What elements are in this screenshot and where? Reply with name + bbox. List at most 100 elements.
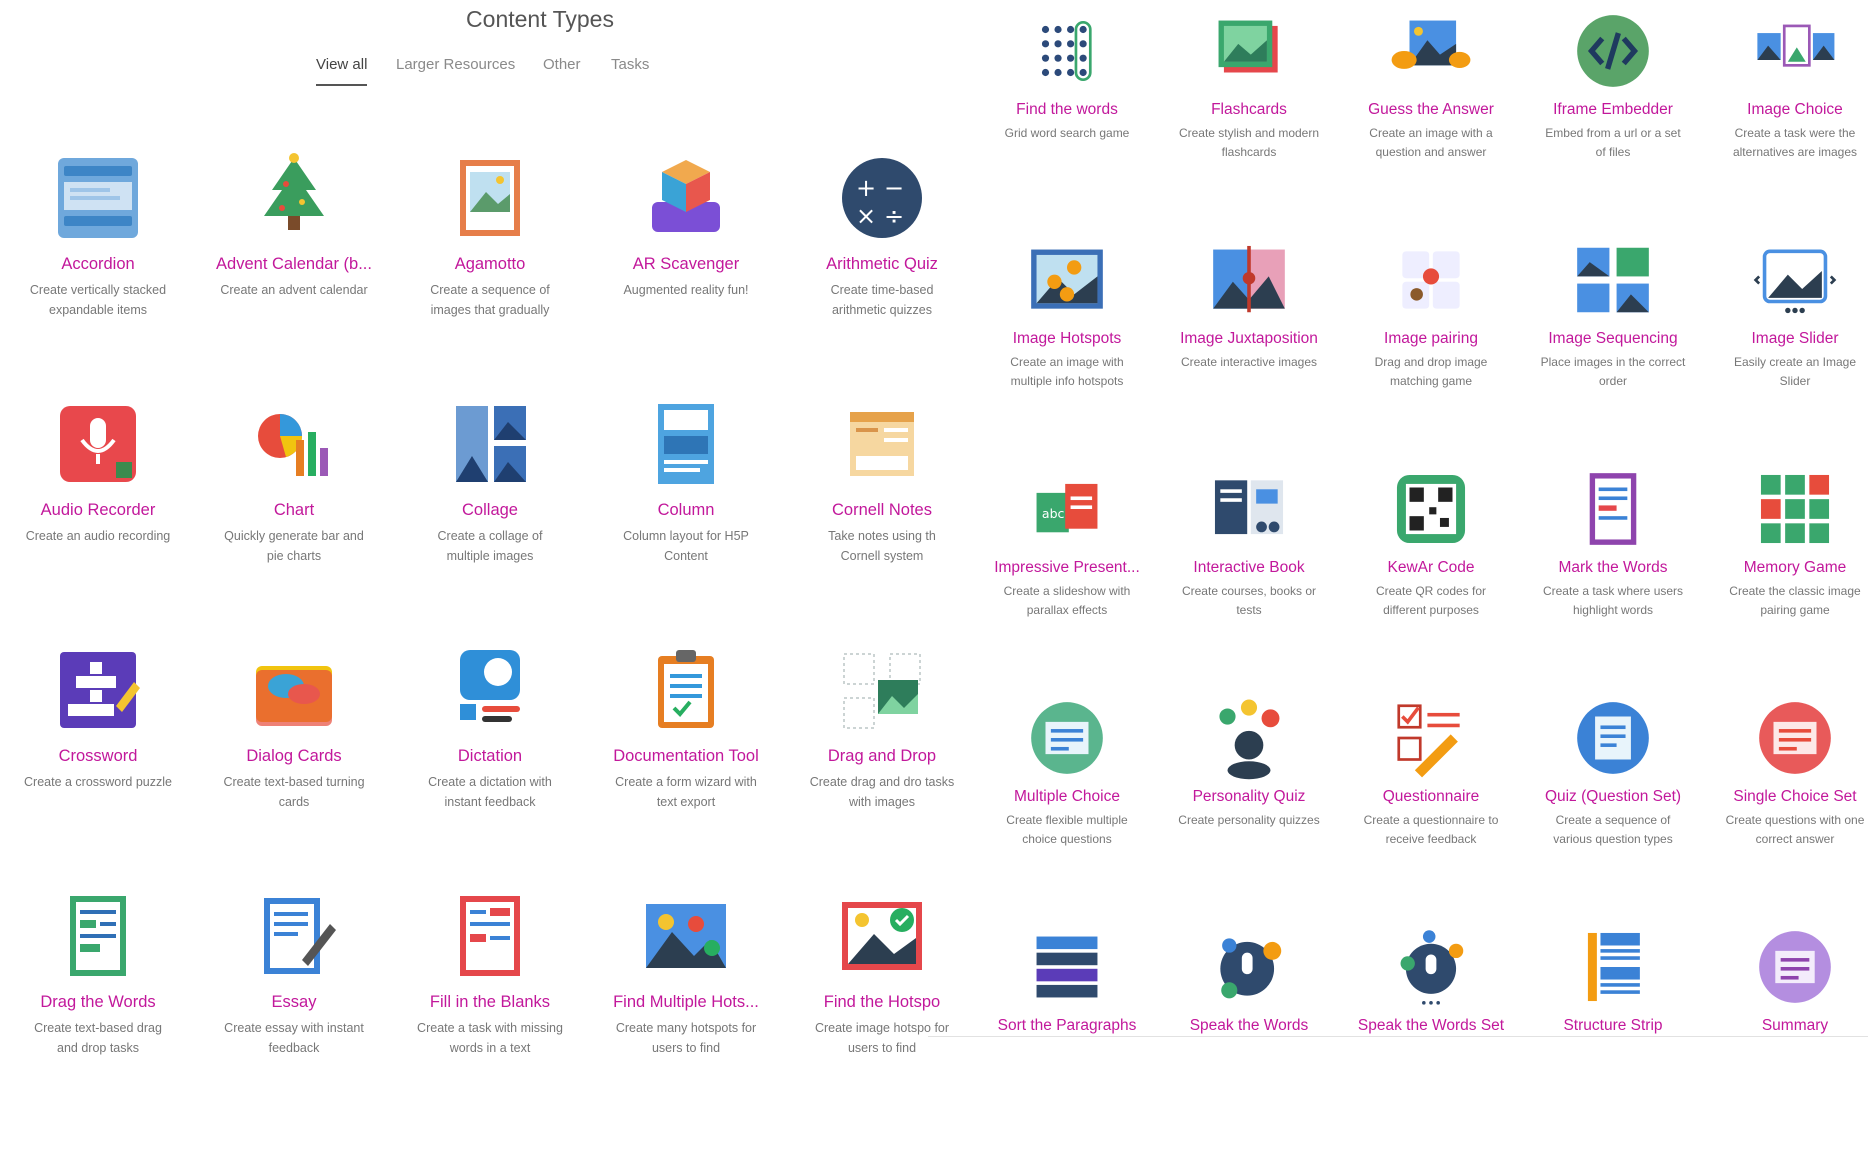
content-type-card-multiple-choice[interactable]: Multiple Choice Create flexible multiple … <box>976 695 1158 924</box>
card-title[interactable]: Impressive Present... <box>976 559 1158 577</box>
card-title[interactable]: Structure Strip <box>1522 1017 1704 1035</box>
single-choice-icon <box>1752 695 1838 781</box>
card-title[interactable]: Documentation Tool <box>588 747 784 766</box>
content-type-card-structure-strip[interactable]: Structure Strip <box>1522 924 1704 1153</box>
card-title[interactable]: Sort the Paragraphs <box>976 1017 1158 1035</box>
tab-larger-resources[interactable]: Larger Resources <box>396 56 515 73</box>
content-type-card-find-multiple-hots[interactable]: Find Multiple Hots... Create many hotspot… <box>588 874 784 1120</box>
content-type-card-image-slider[interactable]: Image Slider Easily create an Image Slide… <box>1704 237 1868 466</box>
card-title[interactable]: Drag the Words <box>0 993 196 1012</box>
content-type-card-drag-the-words[interactable]: Drag the Words Create text-based drag and… <box>0 874 196 1120</box>
card-title[interactable]: Image Juxtaposition <box>1158 330 1340 348</box>
card-title[interactable]: Find Multiple Hots... <box>588 993 784 1012</box>
content-type-card-personality-quiz[interactable]: Personality Quiz Create personality quizz… <box>1158 695 1340 924</box>
content-type-card-agamotto[interactable]: Agamotto Create a sequence of images that… <box>392 136 588 382</box>
content-type-card-column[interactable]: Column Column layout for H5P Content <box>588 382 784 628</box>
content-type-card-memory-game[interactable]: Memory Game Create the classic image pair… <box>1704 466 1868 695</box>
tab-view-all[interactable]: View all <box>316 56 368 86</box>
card-title[interactable]: Cornell Notes <box>784 501 980 520</box>
card-title[interactable]: Column <box>588 501 784 520</box>
content-type-card-audio-recorder[interactable]: Audio Recorder Create an audio recording <box>0 382 196 628</box>
content-type-grid-right: Find the words Grid word search game Flash… <box>976 8 1868 1153</box>
content-type-card-guess-the-answer[interactable]: Guess the Answer Create an image with a q… <box>1340 8 1522 237</box>
content-type-card-speak-the-words[interactable]: Speak the Words <box>1158 924 1340 1153</box>
content-type-card-essay[interactable]: Essay Create essay with instant feedback <box>196 874 392 1120</box>
card-title[interactable]: Image pairing <box>1340 330 1522 348</box>
card-title[interactable]: AR Scavenger <box>588 255 784 274</box>
card-title[interactable]: Image Sequencing <box>1522 330 1704 348</box>
content-type-card-image-pairing[interactable]: Image pairing Drag and drop image matchin… <box>1340 237 1522 466</box>
content-type-card-mark-the-words[interactable]: Mark the Words Create a task where users … <box>1522 466 1704 695</box>
content-type-card-dialog-cards[interactable]: Dialog Cards Create text-based turning ca… <box>196 628 392 874</box>
card-title[interactable]: Fill in the Blanks <box>392 993 588 1012</box>
content-type-card-kewar-code[interactable]: KewAr Code Create QR codes for different … <box>1340 466 1522 695</box>
card-title[interactable]: Personality Quiz <box>1158 788 1340 806</box>
card-title[interactable]: Memory Game <box>1704 559 1868 577</box>
card-description: Create a sequence of images that gradual… <box>430 283 550 317</box>
content-type-card-image-sequencing[interactable]: Image Sequencing Place images in the corr… <box>1522 237 1704 466</box>
card-title[interactable]: Agamotto <box>392 255 588 274</box>
content-type-card-image-juxtaposition[interactable]: Image Juxtaposition Create interactive im… <box>1158 237 1340 466</box>
card-title[interactable]: Advent Calendar (b... <box>196 255 392 274</box>
card-title[interactable]: Mark the Words <box>1522 559 1704 577</box>
content-type-card-fill-in-the-blanks[interactable]: Fill in the Blanks Create a task with mis… <box>392 874 588 1120</box>
card-title[interactable]: Speak the Words <box>1158 1017 1340 1035</box>
content-type-card-single-choice-set[interactable]: Single Choice Set Create questions with o… <box>1704 695 1868 924</box>
card-title[interactable]: Drag and Drop <box>784 747 980 766</box>
card-title[interactable]: Dialog Cards <box>196 747 392 766</box>
card-title[interactable]: Collage <box>392 501 588 520</box>
card-title[interactable]: Quiz (Question Set) <box>1522 788 1704 806</box>
content-type-card-interactive-book[interactable]: Interactive Book Create courses, books or… <box>1158 466 1340 695</box>
content-type-card-image-choice[interactable]: Image Choice Create a task were the alter… <box>1704 8 1868 237</box>
content-type-card-chart[interactable]: Chart Quickly generate bar and pie charts <box>196 382 392 628</box>
card-title[interactable]: KewAr Code <box>1340 559 1522 577</box>
card-description: Create a task were the alternatives are … <box>1732 126 1858 159</box>
content-type-card-impressive-present[interactable]: abc Impressive Present... Create a slidesh… <box>976 466 1158 695</box>
card-title[interactable]: Interactive Book <box>1158 559 1340 577</box>
content-type-card-flashcards[interactable]: Flashcards Create stylish and modern flas… <box>1158 8 1340 237</box>
card-title[interactable]: Speak the Words Set <box>1340 1017 1522 1035</box>
card-title[interactable]: Guess the Answer <box>1340 101 1522 119</box>
card-title[interactable]: Multiple Choice <box>976 788 1158 806</box>
card-title[interactable]: Find the words <box>976 101 1158 119</box>
card-title[interactable]: Iframe Embedder <box>1522 101 1704 119</box>
tab-tasks[interactable]: Tasks <box>611 56 649 73</box>
card-title[interactable]: Chart <box>196 501 392 520</box>
content-type-card-drag-and-drop[interactable]: Drag and Drop Create drag and dro tasks w… <box>784 628 980 874</box>
content-type-card-advent-calendar-b[interactable]: Advent Calendar (b... Create an advent ca… <box>196 136 392 382</box>
content-type-card-accordion[interactable]: Accordion Create vertically stacked expan… <box>0 136 196 382</box>
card-title[interactable]: Arithmetic Quiz <box>784 255 980 274</box>
card-title[interactable]: Image Slider <box>1704 330 1868 348</box>
collage-icon <box>442 396 538 492</box>
content-type-card-summary[interactable]: Summary <box>1704 924 1868 1153</box>
content-type-card-cornell-notes[interactable]: Cornell Notes Take notes using th Cornell… <box>784 382 980 628</box>
content-type-card-documentation-tool[interactable]: Documentation Tool Create a form wizard w… <box>588 628 784 874</box>
card-title[interactable]: Questionnaire <box>1340 788 1522 806</box>
card-title[interactable]: Flashcards <box>1158 101 1340 119</box>
content-type-card-image-hotspots[interactable]: Image Hotspots Create an image with multi… <box>976 237 1158 466</box>
content-type-card-speak-the-words-set[interactable]: Speak the Words Set <box>1340 924 1522 1153</box>
content-type-card-ar-scavenger[interactable]: AR Scavenger Augmented reality fun! <box>588 136 784 382</box>
content-type-card-sort-the-paragraphs[interactable]: Sort the Paragraphs <box>976 924 1158 1153</box>
content-type-card-arithmetic-quiz[interactable]: + − × ÷ Arithmetic Quiz Create time-based ari… <box>784 136 980 382</box>
tab-other[interactable]: Other <box>543 56 581 73</box>
content-type-card-dictation[interactable]: Dictation Create a dictation with instant… <box>392 628 588 874</box>
card-title[interactable]: Accordion <box>0 255 196 274</box>
content-type-card-collage[interactable]: Collage Create a collage of multiple imag… <box>392 382 588 628</box>
card-title[interactable]: Crossword <box>0 747 196 766</box>
card-title[interactable]: Single Choice Set <box>1704 788 1868 806</box>
card-title[interactable]: Find the Hotspo <box>784 993 980 1012</box>
card-title[interactable]: Image Hotspots <box>976 330 1158 348</box>
card-title[interactable]: Summary <box>1704 1017 1868 1035</box>
content-type-card-find-the-words[interactable]: Find the words Grid word search game <box>976 8 1158 237</box>
card-description: Create many hotspots for users to find <box>615 1021 757 1055</box>
card-title[interactable]: Audio Recorder <box>0 501 196 520</box>
card-title[interactable]: Essay <box>196 993 392 1012</box>
content-type-card-crossword[interactable]: Crossword Create a crossword puzzle <box>0 628 196 874</box>
content-type-card-iframe-embedder[interactable]: Iframe Embedder Embed from a url or a set… <box>1522 8 1704 237</box>
card-title[interactable]: Image Choice <box>1704 101 1868 119</box>
card-title[interactable]: Dictation <box>392 747 588 766</box>
content-type-card-find-the-hotspo[interactable]: Find the Hotspo Create image hotspo for u… <box>784 874 980 1120</box>
content-type-card-questionnaire[interactable]: Questionnaire Create a questionnaire to r… <box>1340 695 1522 924</box>
content-type-card-quiz-question-set[interactable]: Quiz (Question Set) Create a sequence of … <box>1522 695 1704 924</box>
